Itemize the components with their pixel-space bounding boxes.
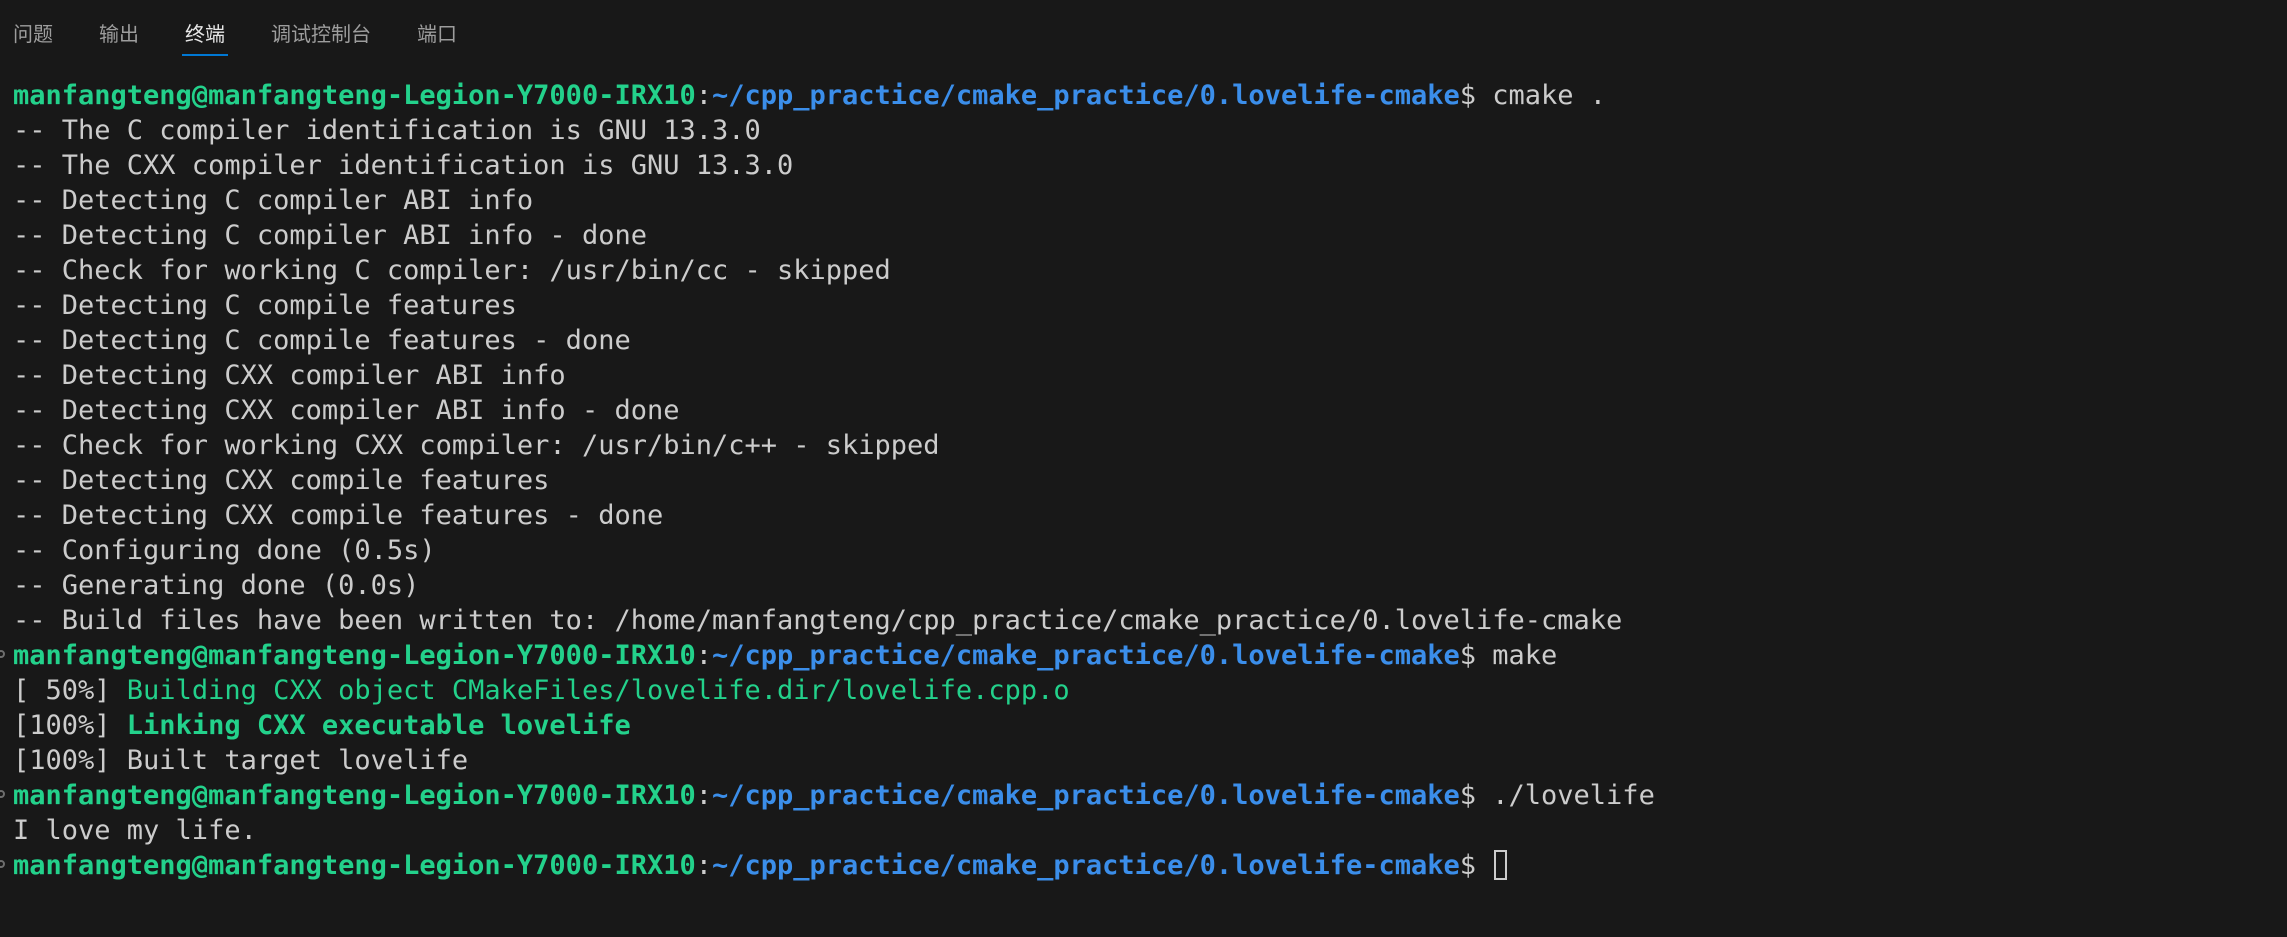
build-progress: [ 50%] [13, 675, 127, 706]
prompt-line-current[interactable]: manfangteng@manfangteng-Legion-Y7000-IRX… [0, 848, 2287, 883]
output-line: -- Detecting CXX compile features - done [13, 500, 664, 531]
prompt-path: ~/cpp_practice/cmake_practice/0.lovelife… [712, 850, 1460, 881]
prompt-user-host: manfangteng@manfangteng-Legion-Y7000-IRX… [13, 850, 696, 881]
output-line: -- Detecting C compile features - done [13, 325, 631, 356]
build-step-text: Linking CXX executable lovelife [126, 710, 631, 741]
build-progress: [100%] [13, 710, 127, 741]
output-line: -- Build files have been written to: /ho… [13, 605, 1623, 636]
prompt-symbol: $ [1459, 780, 1493, 811]
output-line: -- Detecting C compiler ABI info [13, 185, 534, 216]
terminal-cursor [1494, 850, 1508, 880]
output-line: -- Detecting CXX compile features [13, 465, 550, 496]
prompt-line: manfangteng@manfangteng-Legion-Y7000-IRX… [0, 778, 2287, 813]
prompt-separator: : [695, 640, 712, 671]
output-line: I love my life. [13, 815, 257, 846]
prompt-line: manfangteng@manfangteng-Legion-Y7000-IRX… [0, 638, 2287, 673]
output-line: -- Detecting C compiler ABI info - done [13, 220, 647, 251]
command-text: make [1492, 640, 1558, 671]
tab-terminal[interactable]: 终端 [182, 0, 228, 56]
prompt-symbol: $ [1459, 80, 1493, 111]
command-decoration-icon[interactable] [0, 790, 5, 798]
output-line: [100%] Built target lovelife [13, 745, 469, 776]
prompt-separator: : [695, 80, 712, 111]
prompt-path: ~/cpp_practice/cmake_practice/0.lovelife… [712, 80, 1460, 111]
tab-output[interactable]: 输出 [99, 0, 139, 56]
output-line: [ 50%] Building CXX object CMakeFiles/lo… [0, 673, 2287, 708]
prompt-user-host: manfangteng@manfangteng-Legion-Y7000-IRX… [13, 80, 696, 111]
output-line: -- Detecting C compile features [13, 290, 517, 321]
terminal-output[interactable]: manfangteng@manfangteng-Legion-Y7000-IRX… [0, 78, 2287, 883]
build-step-text: Building CXX object CMakeFiles/lovelife.… [126, 675, 1070, 706]
command-text: ./lovelife [1492, 780, 1655, 811]
prompt-line: manfangteng@manfangteng-Legion-Y7000-IRX… [0, 78, 2287, 113]
prompt-path: ~/cpp_practice/cmake_practice/0.lovelife… [712, 780, 1460, 811]
tab-debug-console[interactable]: 调试控制台 [271, 0, 371, 56]
output-line: -- The CXX compiler identification is GN… [13, 150, 794, 181]
output-line: -- Generating done (0.0s) [13, 570, 420, 601]
tab-problems[interactable]: 问题 [13, 0, 53, 56]
output-line: -- Detecting CXX compiler ABI info [13, 360, 566, 391]
command-decoration-icon[interactable] [0, 650, 5, 658]
output-line: -- Check for working CXX compiler: /usr/… [13, 430, 940, 461]
output-line: -- Configuring done (0.5s) [13, 535, 436, 566]
output-line: -- The C compiler identification is GNU … [13, 115, 761, 146]
prompt-separator: : [695, 850, 712, 881]
panel-tab-bar: 问题 输出 终端 调试控制台 端口 [0, 0, 2287, 58]
output-line: -- Detecting CXX compiler ABI info - don… [13, 395, 680, 426]
prompt-user-host: manfangteng@manfangteng-Legion-Y7000-IRX… [13, 780, 696, 811]
terminal-panel: 问题 输出 终端 调试控制台 端口 manfangteng@manfangten… [0, 0, 2287, 937]
output-line: [100%] Linking CXX executable lovelife [0, 708, 2287, 743]
prompt-separator: : [695, 780, 712, 811]
tab-ports[interactable]: 端口 [417, 0, 457, 56]
command-text: cmake . [1492, 80, 1607, 111]
output-line: -- Check for working C compiler: /usr/bi… [13, 255, 891, 286]
prompt-path: ~/cpp_practice/cmake_practice/0.lovelife… [712, 640, 1460, 671]
prompt-symbol: $ [1459, 640, 1493, 671]
prompt-symbol: $ [1459, 850, 1493, 881]
command-decoration-icon[interactable] [0, 860, 5, 868]
prompt-user-host: manfangteng@manfangteng-Legion-Y7000-IRX… [13, 640, 696, 671]
